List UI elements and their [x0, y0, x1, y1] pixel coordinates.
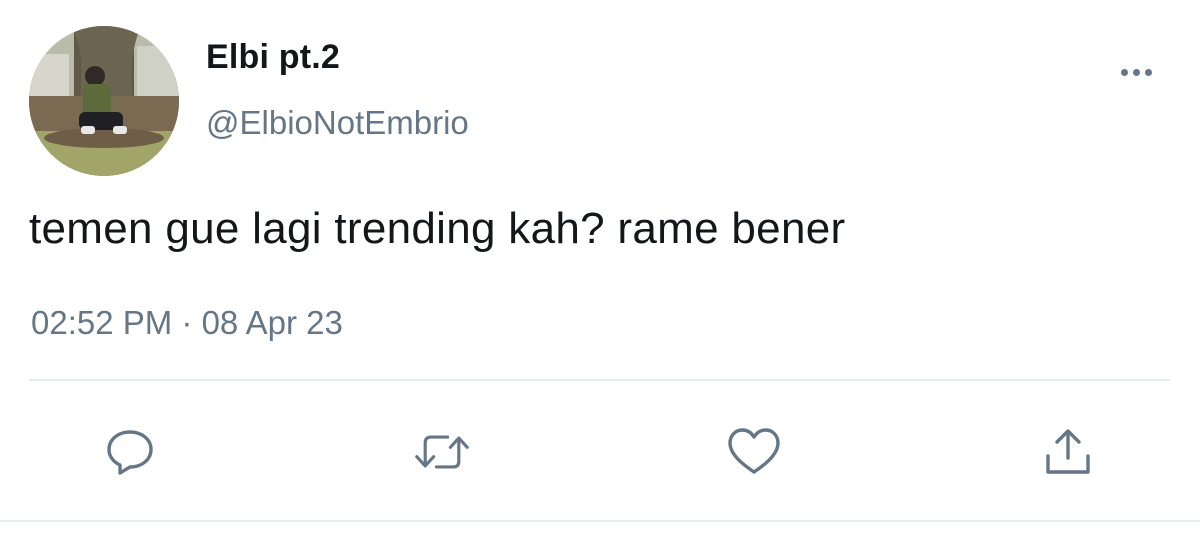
user-handle[interactable]: @ElbioNotEmbrio	[206, 104, 469, 142]
bottom-divider	[0, 520, 1200, 522]
retweet-icon	[415, 435, 469, 469]
share-icon	[1046, 429, 1090, 474]
tweet-timestamp[interactable]: 02:52 PM · 08 Apr 23	[31, 304, 343, 342]
like-button[interactable]	[726, 424, 782, 480]
tweet-time: 02:52 PM	[31, 304, 173, 341]
more-options-icon	[1120, 68, 1128, 76]
share-button[interactable]	[1040, 424, 1096, 480]
more-options-icon-dot	[1132, 68, 1140, 76]
tweet-date: 08 Apr 23	[201, 304, 343, 341]
more-options-button[interactable]	[1112, 58, 1160, 86]
more-options-icon-dot	[1144, 68, 1152, 76]
tweet-text: temen gue lagi trending kah? rame bener	[29, 204, 846, 253]
tweet-card: Elbi pt.2 @ElbioNotEmbrio temen gue lagi…	[0, 0, 1200, 539]
reply-icon	[107, 430, 153, 475]
retweet-button[interactable]	[414, 424, 470, 480]
divider	[29, 379, 1170, 381]
meta-separator: ·	[172, 304, 202, 341]
heart-icon	[728, 428, 780, 474]
display-name[interactable]: Elbi pt.2	[206, 38, 340, 77]
avatar-photo	[29, 26, 179, 176]
reply-button[interactable]	[102, 424, 158, 480]
avatar[interactable]	[29, 26, 179, 176]
